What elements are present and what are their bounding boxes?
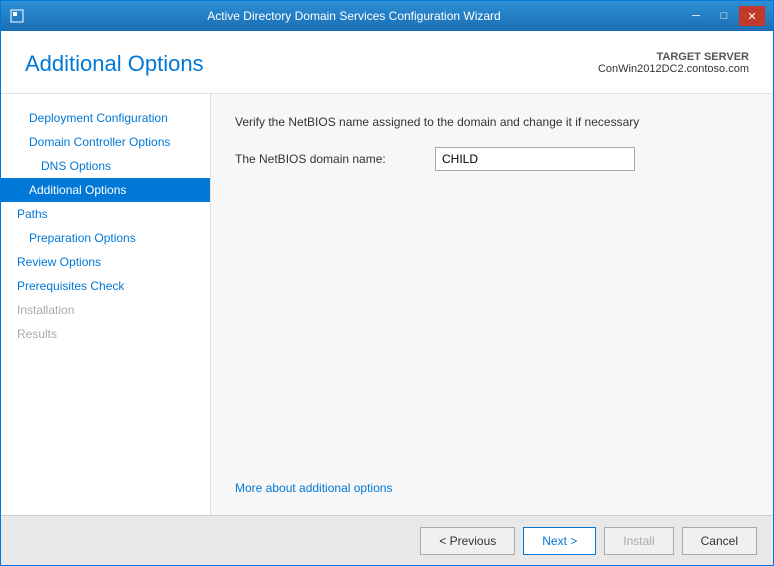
cancel-button[interactable]: Cancel [682, 527, 757, 555]
target-server-label: TARGET SERVER [657, 51, 750, 63]
sidebar-item-paths[interactable]: Paths [1, 202, 210, 226]
sidebar-item-deployment-configuration[interactable]: Deployment Configuration [1, 106, 210, 130]
sidebar-item-results: Results [1, 322, 210, 346]
window-controls: ─ □ ✕ [683, 6, 765, 26]
target-server-info: TARGET SERVER ConWin2012DC2.contoso.com [598, 51, 749, 75]
sidebar-item-additional-options[interactable]: Additional Options [1, 178, 210, 202]
minimize-button[interactable]: ─ [683, 6, 709, 26]
target-server-name: ConWin2012DC2.contoso.com [598, 63, 749, 75]
content-panel: Verify the NetBIOS name assigned to the … [211, 94, 773, 515]
footer: < Previous Next > Install Cancel [1, 515, 773, 565]
title-bar: Active Directory Domain Services Configu… [1, 1, 773, 31]
sidebar-item-installation: Installation [1, 298, 210, 322]
sidebar-item-domain-controller-options[interactable]: Domain Controller Options [1, 130, 210, 154]
sidebar-item-prerequisites-check[interactable]: Prerequisites Check [1, 274, 210, 298]
sidebar-item-dns-options[interactable]: DNS Options [1, 154, 210, 178]
window-title: Active Directory Domain Services Configu… [25, 9, 683, 23]
netbios-input[interactable] [435, 147, 635, 171]
previous-button[interactable]: < Previous [420, 527, 515, 555]
netbios-label: The NetBIOS domain name: [235, 152, 435, 166]
content-description: Verify the NetBIOS name assigned to the … [235, 114, 749, 131]
sidebar-item-review-options[interactable]: Review Options [1, 250, 210, 274]
maximize-button[interactable]: □ [711, 6, 737, 26]
window-icon [9, 8, 25, 24]
sidebar-item-preparation-options[interactable]: Preparation Options [1, 226, 210, 250]
netbios-form-row: The NetBIOS domain name: [235, 147, 749, 171]
page-title: Additional Options [25, 51, 204, 77]
sidebar-nav: Deployment Configuration Domain Controll… [1, 94, 211, 515]
wizard-window: Active Directory Domain Services Configu… [0, 0, 774, 566]
close-button[interactable]: ✕ [739, 6, 765, 26]
next-button[interactable]: Next > [523, 527, 596, 555]
content-spacer [235, 183, 749, 481]
more-info-link[interactable]: More about additional options [235, 481, 749, 495]
install-button[interactable]: Install [604, 527, 673, 555]
main-content: Additional Options TARGET SERVER ConWin2… [1, 31, 773, 565]
body-area: Deployment Configuration Domain Controll… [1, 94, 773, 515]
page-header: Additional Options TARGET SERVER ConWin2… [1, 31, 773, 94]
